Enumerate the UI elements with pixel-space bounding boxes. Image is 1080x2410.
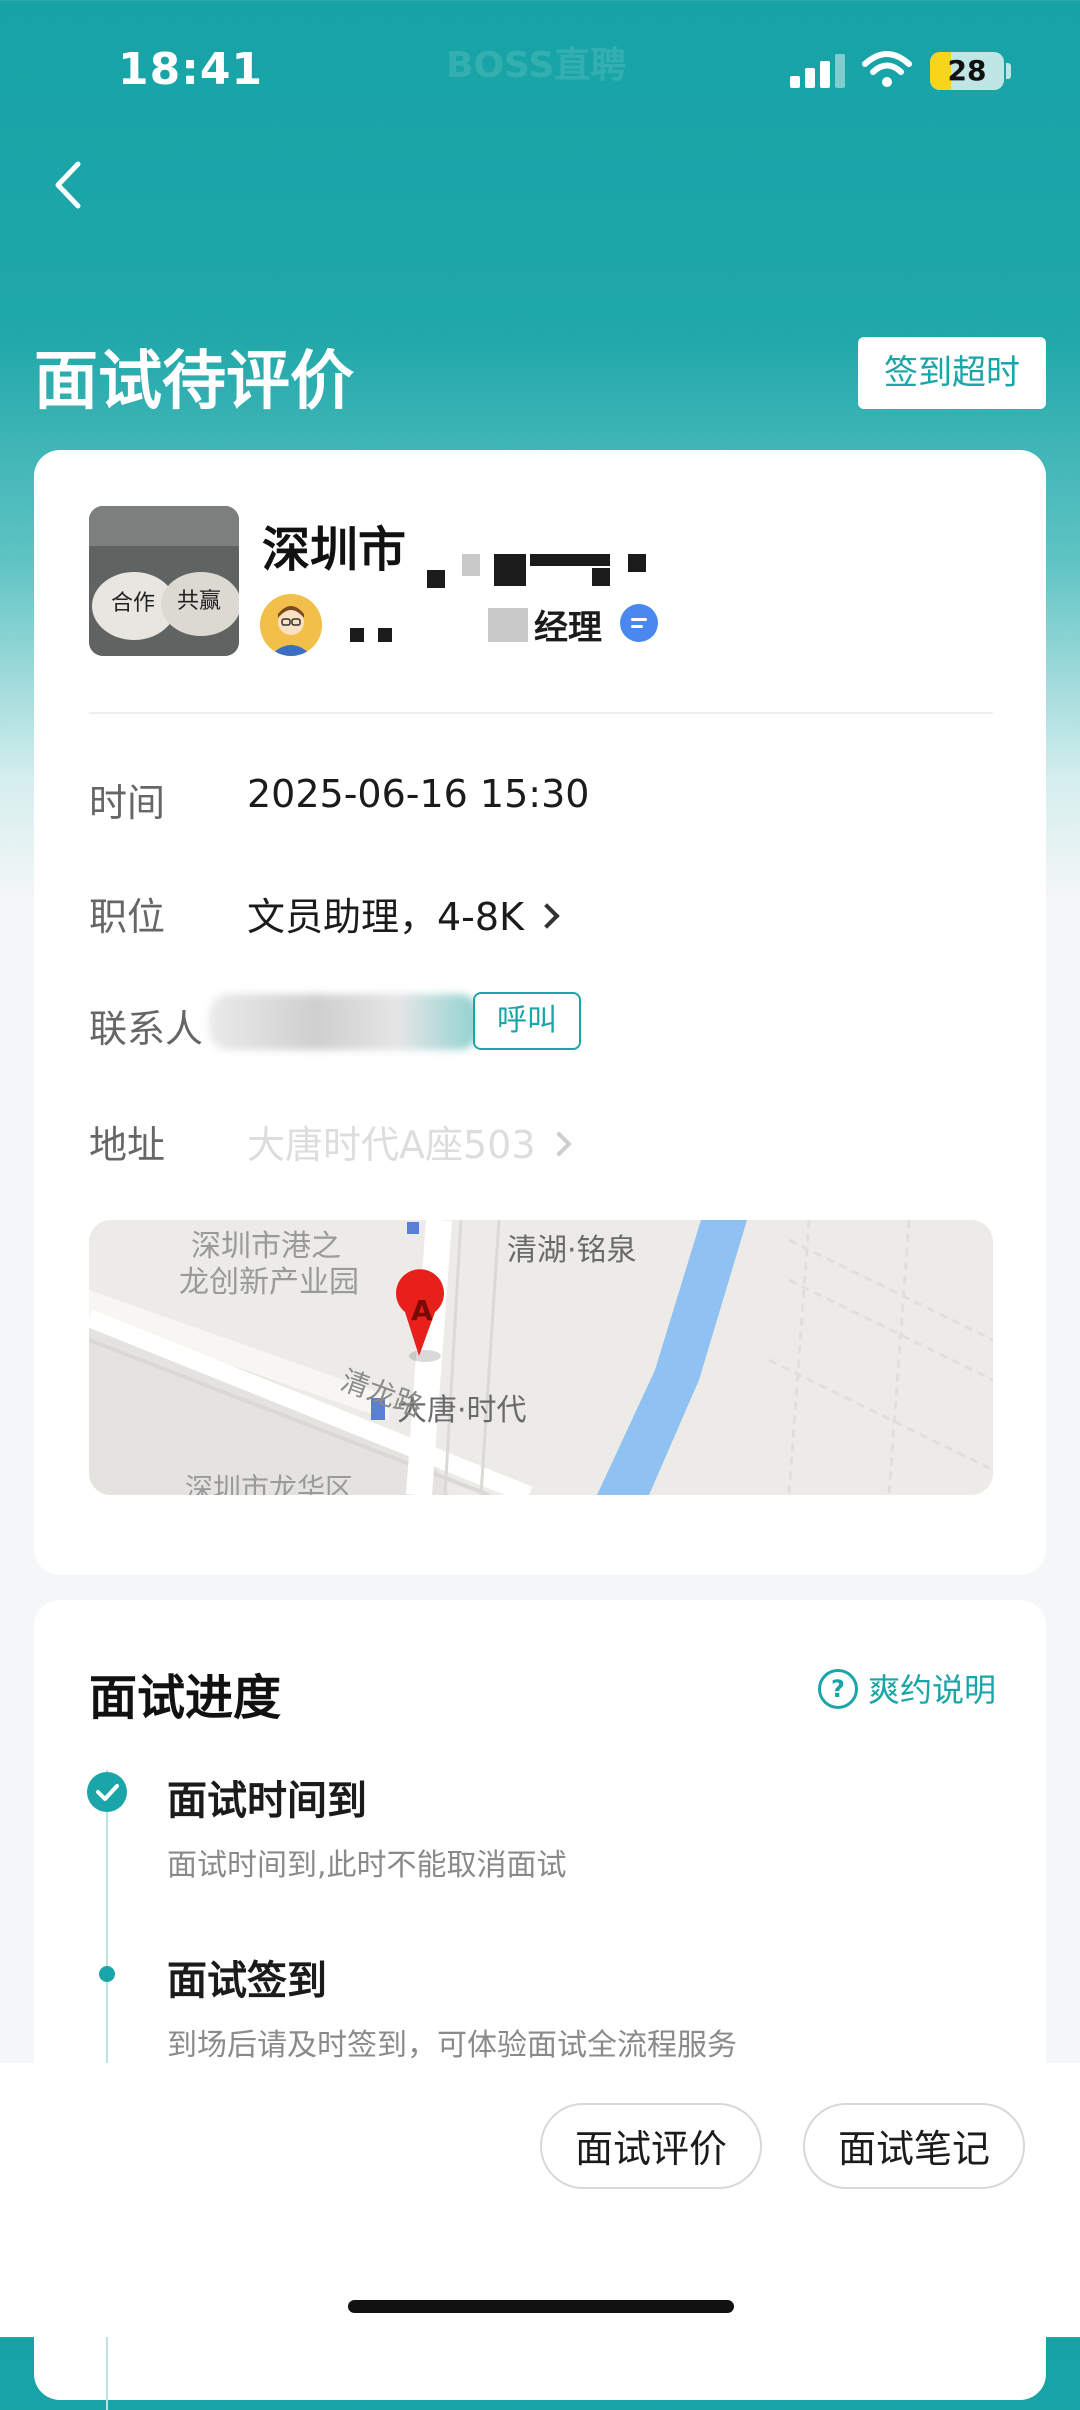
redaction-mark xyxy=(628,554,646,572)
battery-level: 28 xyxy=(947,54,987,87)
redaction-mark xyxy=(592,568,610,586)
company-logo: 合作 共赢 xyxy=(89,506,239,656)
time-label: 时间 xyxy=(89,781,166,825)
step-dot xyxy=(99,1966,115,1982)
status-time: 18:41 xyxy=(118,44,264,95)
chat-icon[interactable] xyxy=(620,604,658,642)
address-value: 大唐时代A座503 xyxy=(247,1123,536,1167)
interview-info-card: 合作 共赢 深圳市 经理 时间 2025-06-16 15:30 职位 文员助理… xyxy=(34,450,1046,1575)
redaction-mark xyxy=(378,628,392,642)
redaction-mark xyxy=(530,554,610,566)
map-label: 龙创新产业园 xyxy=(179,1265,359,1300)
company-name: 深圳市 xyxy=(262,522,407,578)
checkin-timeout-badge: 签到超时 xyxy=(858,337,1046,409)
hr-job-title: 经理 xyxy=(534,608,602,648)
cellular-signal-icon xyxy=(790,54,845,88)
location-map[interactable]: 深圳市港之 龙创新产业园 清湖·铭泉 大唐·时代 清龙路 深圳市龙华区 A xyxy=(89,1220,993,1495)
back-arrow-icon[interactable] xyxy=(40,150,100,220)
map-label: 清湖·铭泉 xyxy=(507,1233,637,1268)
check-icon xyxy=(87,1772,127,1812)
svg-text:共赢: 共赢 xyxy=(177,589,221,614)
redaction-mark xyxy=(462,554,480,576)
poi-icon xyxy=(407,1222,419,1234)
step-title: 面试时间到 xyxy=(167,1778,367,1824)
step-description: 到场后请及时签到，可体验面试全流程服务 xyxy=(167,2028,737,2063)
redaction-mark xyxy=(494,554,526,586)
contact-name-blurred xyxy=(209,994,479,1050)
interview-notes-button[interactable]: 面试笔记 xyxy=(803,2103,1025,2189)
status-bar: 18:41 BOSS直聘 28 xyxy=(0,0,1080,140)
brand-watermark: BOSS直聘 xyxy=(446,45,627,86)
bottom-action-bar: 面试评价 面试笔记 xyxy=(0,2063,1080,2337)
position-label: 职位 xyxy=(89,895,166,939)
contact-label: 联系人 xyxy=(89,1007,204,1051)
call-button[interactable]: 呼叫 xyxy=(473,992,581,1050)
hr-avatar xyxy=(260,594,322,656)
redaction-mark xyxy=(350,628,364,642)
step-title: 面试签到 xyxy=(167,1958,327,2004)
help-icon: ? xyxy=(818,1669,858,1709)
battery-icon: 28 xyxy=(930,52,1004,90)
address-label: 地址 xyxy=(89,1123,166,1167)
svg-text:合作: 合作 xyxy=(111,591,155,616)
map-label: 深圳市港之 xyxy=(191,1229,341,1264)
redaction-mark xyxy=(488,608,528,642)
chevron-right-icon xyxy=(545,1130,572,1157)
position-value-wrap[interactable]: 文员助理，4-8K xyxy=(247,886,560,941)
page-title: 面试待评价 xyxy=(34,345,354,419)
divider xyxy=(89,712,993,714)
no-show-explanation-label: 爽约说明 xyxy=(868,1671,997,1709)
time-value: 2025-06-16 15:30 xyxy=(247,772,590,816)
map-pin-label: A xyxy=(411,1294,433,1327)
map-label: 深圳市龙华区 xyxy=(185,1472,353,1495)
home-indicator[interactable] xyxy=(348,2300,734,2313)
redaction-mark xyxy=(427,570,445,588)
progress-title: 面试进度 xyxy=(89,1670,282,1726)
battery-tip xyxy=(1006,63,1011,79)
interview-review-button[interactable]: 面试评价 xyxy=(540,2103,762,2189)
chevron-right-icon xyxy=(534,902,560,929)
position-value: 文员助理，4-8K xyxy=(247,895,524,939)
step-description: 面试时间到,此时不能取消面试 xyxy=(167,1848,567,1883)
address-value-wrap[interactable]: 大唐时代A座503 xyxy=(247,1114,572,1169)
wifi-icon xyxy=(862,51,912,87)
no-show-explanation-link[interactable]: ? 爽约说明 xyxy=(818,1665,996,1712)
